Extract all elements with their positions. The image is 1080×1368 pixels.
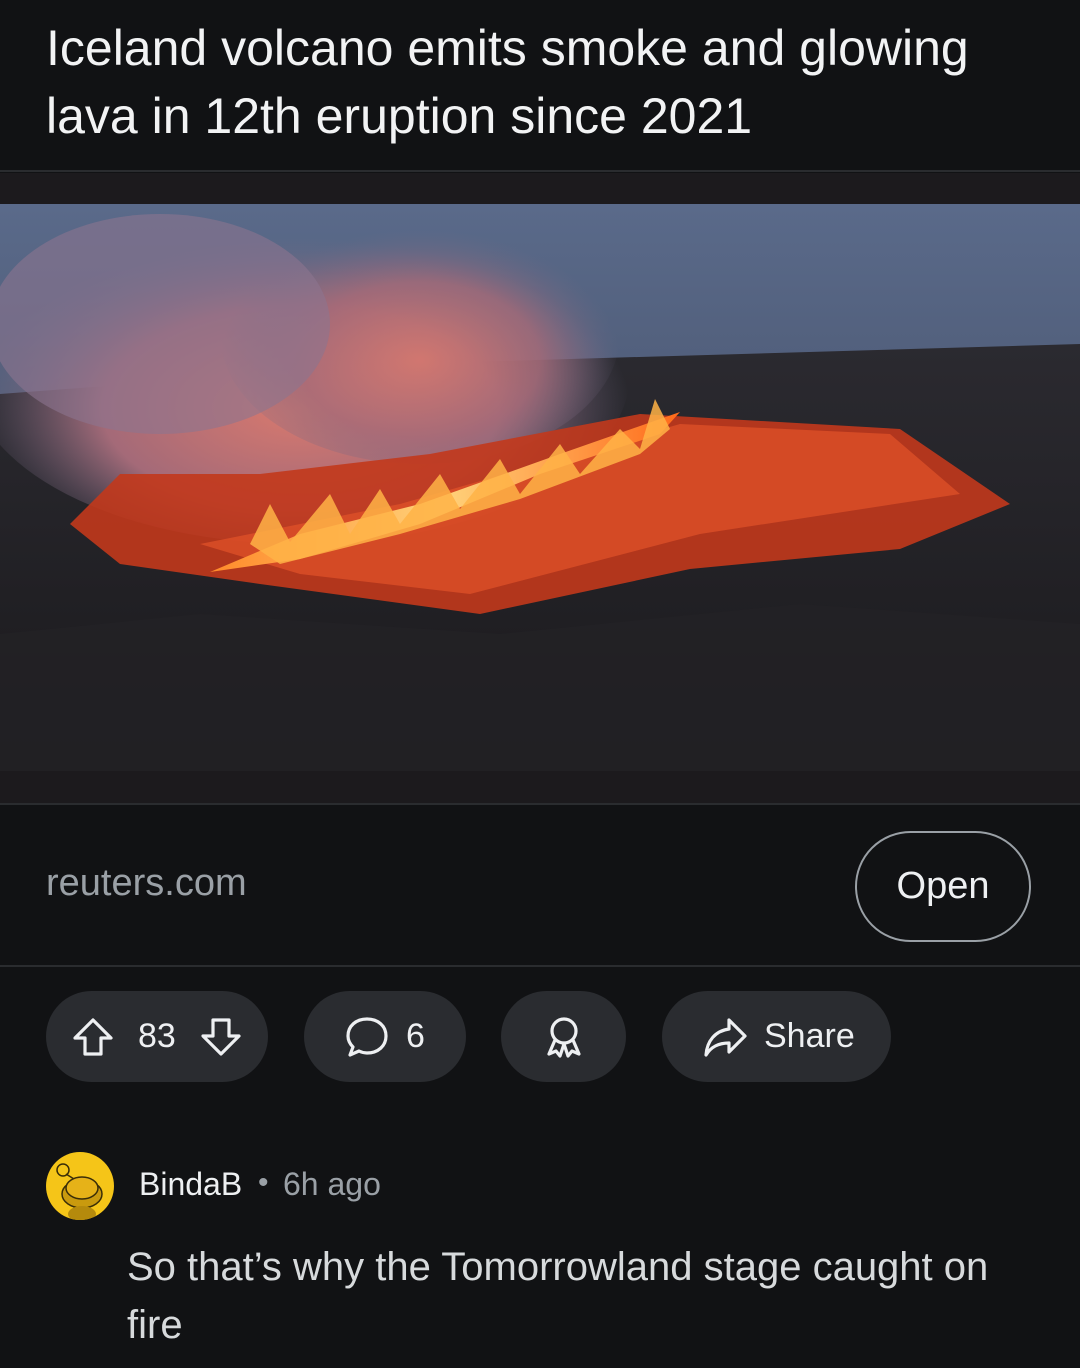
divider [0, 965, 1080, 967]
share-label: Share [764, 1017, 855, 1055]
award-ribbon-icon [541, 1014, 587, 1060]
avatar[interactable] [46, 1152, 114, 1220]
comment-author[interactable]: BindaB [139, 1166, 242, 1203]
arrow-down-icon[interactable] [198, 1014, 244, 1060]
award-button[interactable] [501, 991, 626, 1082]
snoo-avatar-icon [56, 1163, 103, 1220]
divider [0, 803, 1080, 805]
vote-score: 83 [138, 1017, 176, 1055]
divider [0, 170, 1080, 172]
arrow-up-icon[interactable] [70, 1014, 116, 1060]
link-domain[interactable]: reuters.com [46, 862, 247, 905]
comment-time: 6h ago [283, 1166, 381, 1202]
share-arrow-icon [702, 1014, 748, 1060]
comment-body: So that’s why the Tomorrowland stage cau… [127, 1245, 989, 1347]
volcano-eruption-image [0, 204, 1080, 771]
open-link-button[interactable]: Open [855, 831, 1031, 942]
vote-bar: 83 [46, 991, 268, 1082]
comments-button[interactable]: 6 [304, 991, 466, 1082]
share-button[interactable]: Share [662, 991, 891, 1082]
meta-separator: • [258, 1166, 269, 1199]
speech-bubble-icon [344, 1014, 390, 1060]
post-title[interactable]: Iceland volcano emits smoke and glowing … [46, 14, 1046, 150]
post-image[interactable] [0, 173, 1080, 803]
comment-count: 6 [406, 1017, 425, 1055]
